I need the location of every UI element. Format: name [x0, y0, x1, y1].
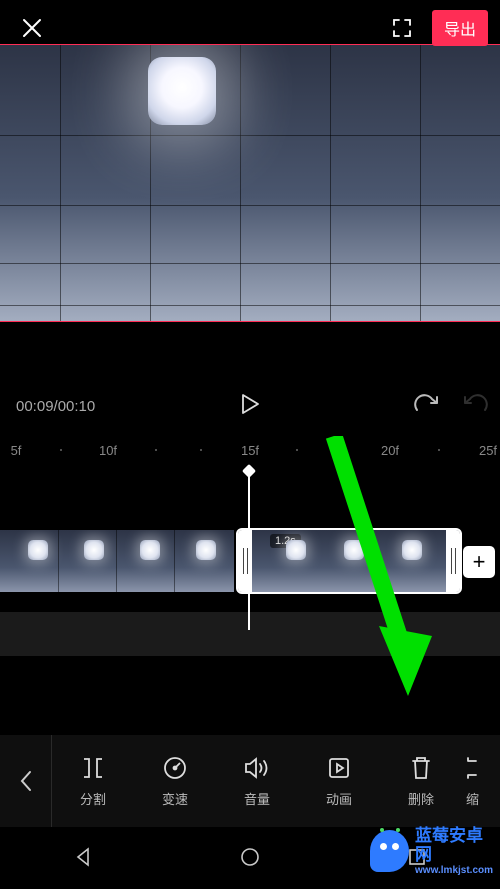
export-button[interactable]: 导出: [432, 10, 488, 46]
playback-bar: 00:09/00:10: [0, 384, 500, 428]
tool-label: 变速: [162, 789, 188, 808]
redo-button[interactable]: [462, 394, 488, 418]
tool-label: 缩: [466, 789, 479, 808]
play-button[interactable]: [240, 393, 260, 419]
timeline-ruler[interactable]: 5f 10f 15f 20f 25f: [0, 436, 500, 464]
nav-back-icon[interactable]: [72, 846, 94, 873]
ruler-label: 15f: [241, 443, 259, 458]
time-display: 00:09/00:10: [16, 398, 136, 415]
close-icon[interactable]: [12, 8, 52, 48]
tool-volume[interactable]: 音量: [216, 755, 298, 808]
preview-area[interactable]: [0, 44, 500, 322]
tool-label: 分割: [80, 789, 106, 808]
playhead[interactable]: [248, 470, 250, 630]
clip-1[interactable]: [0, 530, 234, 592]
fullscreen-icon[interactable]: [386, 12, 418, 44]
delete-icon: [409, 755, 433, 781]
undo-button[interactable]: [414, 394, 440, 418]
nav-recent-icon[interactable]: [406, 846, 428, 873]
overlay-track[interactable]: [0, 612, 500, 656]
ruler-label: 20f: [381, 443, 399, 458]
tool-animation[interactable]: 动画: [298, 755, 380, 808]
clip-handle-right[interactable]: [446, 530, 460, 592]
edit-toolbar: 分割 变速 音量 动画 删除: [0, 735, 500, 827]
add-clip-button[interactable]: +: [463, 546, 495, 578]
animation-icon: [327, 755, 351, 781]
top-bar: 导出: [0, 0, 500, 56]
split-icon: [80, 755, 106, 781]
system-nav-bar: [0, 829, 500, 889]
tool-delete[interactable]: 删除: [380, 755, 462, 808]
tool-scale[interactable]: 缩: [462, 755, 500, 808]
nav-home-icon[interactable]: [239, 846, 261, 873]
scale-icon: [466, 755, 486, 781]
speed-icon: [162, 755, 188, 781]
ruler-label: 10f: [99, 443, 117, 458]
toolbar-back-button[interactable]: [0, 735, 52, 827]
preview-light: [148, 57, 216, 125]
volume-icon: [243, 755, 271, 781]
ruler-label: 25f: [479, 443, 497, 458]
tool-split[interactable]: 分割: [52, 755, 134, 808]
tool-label: 音量: [244, 789, 270, 808]
preview-grid: [0, 45, 500, 321]
tool-label: 删除: [408, 789, 434, 808]
tool-label: 动画: [326, 789, 352, 808]
clip-2-selected[interactable]: 1.2s: [238, 530, 460, 592]
ruler-label: 5f: [11, 443, 22, 458]
tool-speed[interactable]: 变速: [134, 755, 216, 808]
video-track[interactable]: 1.2s: [0, 530, 500, 594]
